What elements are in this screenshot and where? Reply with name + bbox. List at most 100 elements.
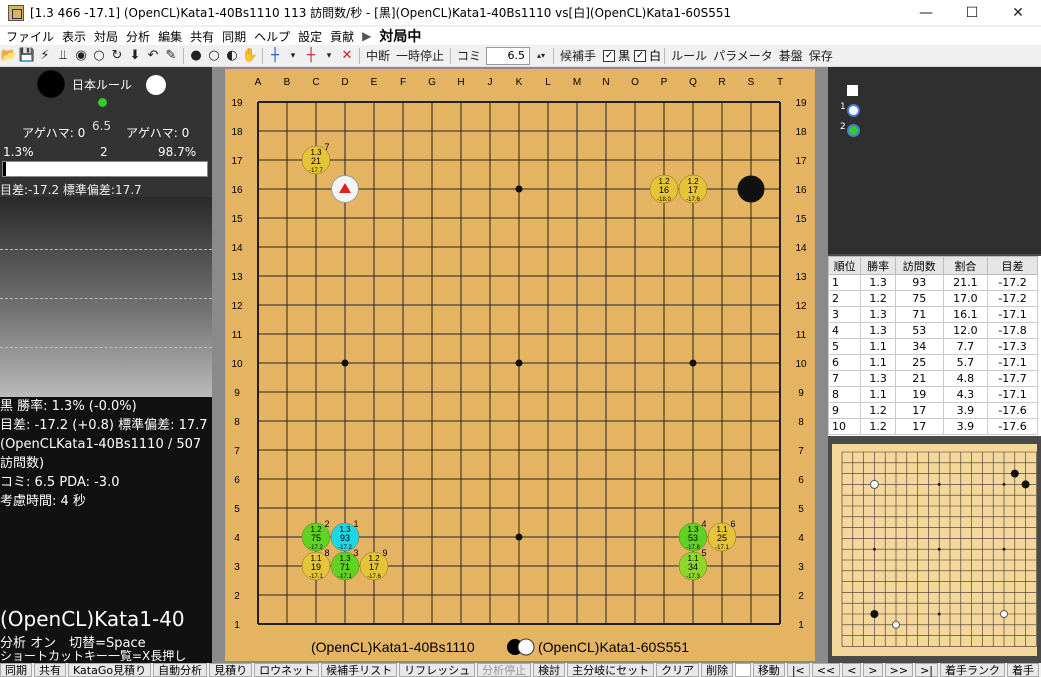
bottom-button[interactable]: < (842, 663, 862, 677)
variation-tree[interactable]: 1 2 (828, 67, 1041, 254)
bottom-button[interactable]: クリア (656, 663, 700, 677)
bottom-button[interactable]: KataGo見積り (68, 663, 152, 677)
white-checkbox-label: 白 (649, 49, 662, 63)
pause-button[interactable]: 一時停止 (393, 47, 447, 64)
bottom-button[interactable]: ロウネット (254, 663, 320, 677)
tree-node[interactable] (847, 104, 860, 117)
bottom-button[interactable]: > (863, 663, 883, 677)
winrate-graph[interactable] (0, 197, 212, 397)
circle-icon[interactable]: ○ (90, 47, 108, 65)
down-arrow-icon[interactable]: ⬇ (126, 47, 144, 65)
menu-file[interactable]: ファイル (2, 28, 58, 45)
bottom-button[interactable]: 見積り (209, 663, 253, 677)
save-icon[interactable]: 💾 (18, 47, 36, 65)
bottom-button[interactable]: 同期 (0, 663, 32, 677)
table-row[interactable]: 4 1.3 53 12.0 -17.8 (828, 322, 1038, 339)
bottom-button[interactable]: >| (915, 663, 938, 677)
table-row[interactable]: 5 1.1 34 7.7 -17.3 (828, 338, 1038, 355)
hand-icon[interactable]: ✋ (241, 47, 259, 65)
stop-button[interactable]: 中断 (363, 47, 393, 64)
dropdown-arrow-icon[interactable]: ▾ (284, 47, 302, 65)
menu-help[interactable]: ヘルプ (250, 28, 294, 45)
menu-sync[interactable]: 同期 (218, 28, 250, 45)
komi-display: 6.5 (92, 119, 112, 133)
komi-input[interactable]: 6.5 (486, 46, 531, 65)
white-stone-icon[interactable]: ○ (205, 47, 223, 65)
bottom-button[interactable]: 自動分析 (153, 663, 208, 677)
menu-settings[interactable]: 設定 (294, 28, 326, 45)
bottom-button[interactable]: >> (884, 663, 914, 677)
menu-game[interactable]: 対局 (90, 28, 122, 45)
candidate-move[interactable]: 1.216-18.0 (649, 174, 679, 204)
play-status-icon: ▶ (362, 29, 372, 43)
bottom-button[interactable]: 削除 (701, 663, 734, 677)
menu-analysis[interactable]: 分析 (122, 28, 154, 45)
menu-share[interactable]: 共有 (186, 28, 218, 45)
open-folder-icon[interactable]: 📂 (0, 47, 18, 65)
bottom-button[interactable]: 着手ランク (940, 663, 1005, 677)
white-checkbox[interactable]: ✓ (634, 49, 647, 62)
table-row[interactable]: 1 1.3 93 21.1 -17.2 (828, 274, 1038, 291)
black-stone-icon[interactable]: ● (187, 47, 205, 65)
table-row[interactable]: 9 1.2 17 3.9 -17.6 (828, 402, 1038, 419)
table-cell: 3.9 (942, 418, 989, 435)
bottom-button[interactable]: 候補手リスト (321, 663, 398, 677)
tree-root-node[interactable] (847, 85, 858, 96)
table-row[interactable]: 2 1.2 75 17.0 -17.2 (828, 290, 1038, 307)
bottom-button[interactable]: 検討 (533, 663, 566, 677)
bottom-button[interactable]: 分析停止 (477, 663, 532, 677)
bottom-button[interactable]: << (811, 663, 841, 677)
bottom-button[interactable]: 主分岐にセット (567, 663, 655, 677)
col-ratio[interactable]: 割合 (942, 256, 989, 275)
candidate-table[interactable]: 順位 勝率 訪問数 割合 目差 1 1.3 93 21.1 -17.2 2 1.2 75 17.… (828, 256, 1041, 436)
spinner-icon[interactable]: ▴▾ (532, 47, 550, 65)
rule-button[interactable]: ルール (668, 47, 710, 64)
bottom-button[interactable]: 移動 (752, 663, 785, 677)
menu-contribute[interactable]: 貢献 (326, 28, 358, 45)
table-row[interactable]: 7 1.3 21 4.8 -17.7 (828, 370, 1038, 387)
graph-icon[interactable]: ⫫ (54, 47, 72, 65)
black-checkbox[interactable]: ✓ (603, 49, 616, 62)
red-cross-icon[interactable]: ┼ (302, 47, 320, 65)
bottom-button[interactable]: 着手 (1007, 663, 1039, 677)
undo-icon[interactable]: ↶ (144, 47, 162, 65)
table-row[interactable]: 10 1.2 17 3.9 -17.6 (828, 418, 1038, 435)
bottom-button[interactable]: |< (786, 663, 810, 677)
row-label: 16 (795, 185, 807, 196)
tree-current-node[interactable] (847, 124, 860, 137)
blue-cross-icon[interactable]: ┼ (266, 47, 284, 65)
save-button[interactable]: 保存 (806, 47, 836, 64)
minimize-button[interactable]: — (903, 0, 949, 25)
table-row[interactable]: 3 1.3 71 16.1 -17.1 (828, 306, 1038, 323)
row-label: 14 (231, 243, 243, 254)
row-label: 4 (234, 533, 240, 544)
col-winrate[interactable]: 勝率 (860, 256, 896, 275)
table-row[interactable]: 8 1.1 19 4.3 -17.1 (828, 386, 1038, 403)
delete-icon[interactable]: ✕ (338, 47, 356, 65)
params-button[interactable]: パラメータ (710, 47, 776, 64)
close-button[interactable]: ✕ (995, 0, 1041, 25)
table-cell: 1.2 (860, 290, 896, 307)
candidate-move[interactable]: 1.217-17.6 (678, 174, 708, 204)
move-number-input[interactable] (735, 663, 751, 677)
record-icon[interactable]: ◉ (72, 47, 90, 65)
bottom-button[interactable]: 共有 (34, 663, 66, 677)
graph-gridline (0, 347, 212, 348)
menu-view[interactable]: 表示 (58, 28, 90, 45)
candidate-visits: 17 (369, 562, 379, 572)
refresh-icon[interactable]: ↻ (108, 47, 126, 65)
bottom-button[interactable]: リフレッシュ (399, 663, 476, 677)
board-button[interactable]: 碁盤 (776, 47, 806, 64)
pencil-icon[interactable]: ✎ (162, 47, 180, 65)
mixed-stone-icon[interactable]: ◐ (223, 47, 241, 65)
mini-board[interactable] (832, 444, 1037, 656)
menu-edit[interactable]: 編集 (154, 28, 186, 45)
dropdown-arrow-icon[interactable]: ▾ (320, 47, 338, 65)
go-board[interactable]: A B C D E F G H J K L M N O P Q R S T1 12 23 34 45 56 67 78 89 910 1… (225, 69, 815, 661)
maximize-button[interactable]: ☐ (949, 0, 995, 25)
col-visits[interactable]: 訪問数 (894, 256, 944, 275)
flash-icon[interactable]: ⚡ (36, 47, 54, 65)
table-row[interactable]: 6 1.1 25 5.7 -17.1 (828, 354, 1038, 371)
col-rank[interactable]: 順位 (828, 256, 862, 275)
col-score[interactable]: 目差 (987, 256, 1038, 275)
